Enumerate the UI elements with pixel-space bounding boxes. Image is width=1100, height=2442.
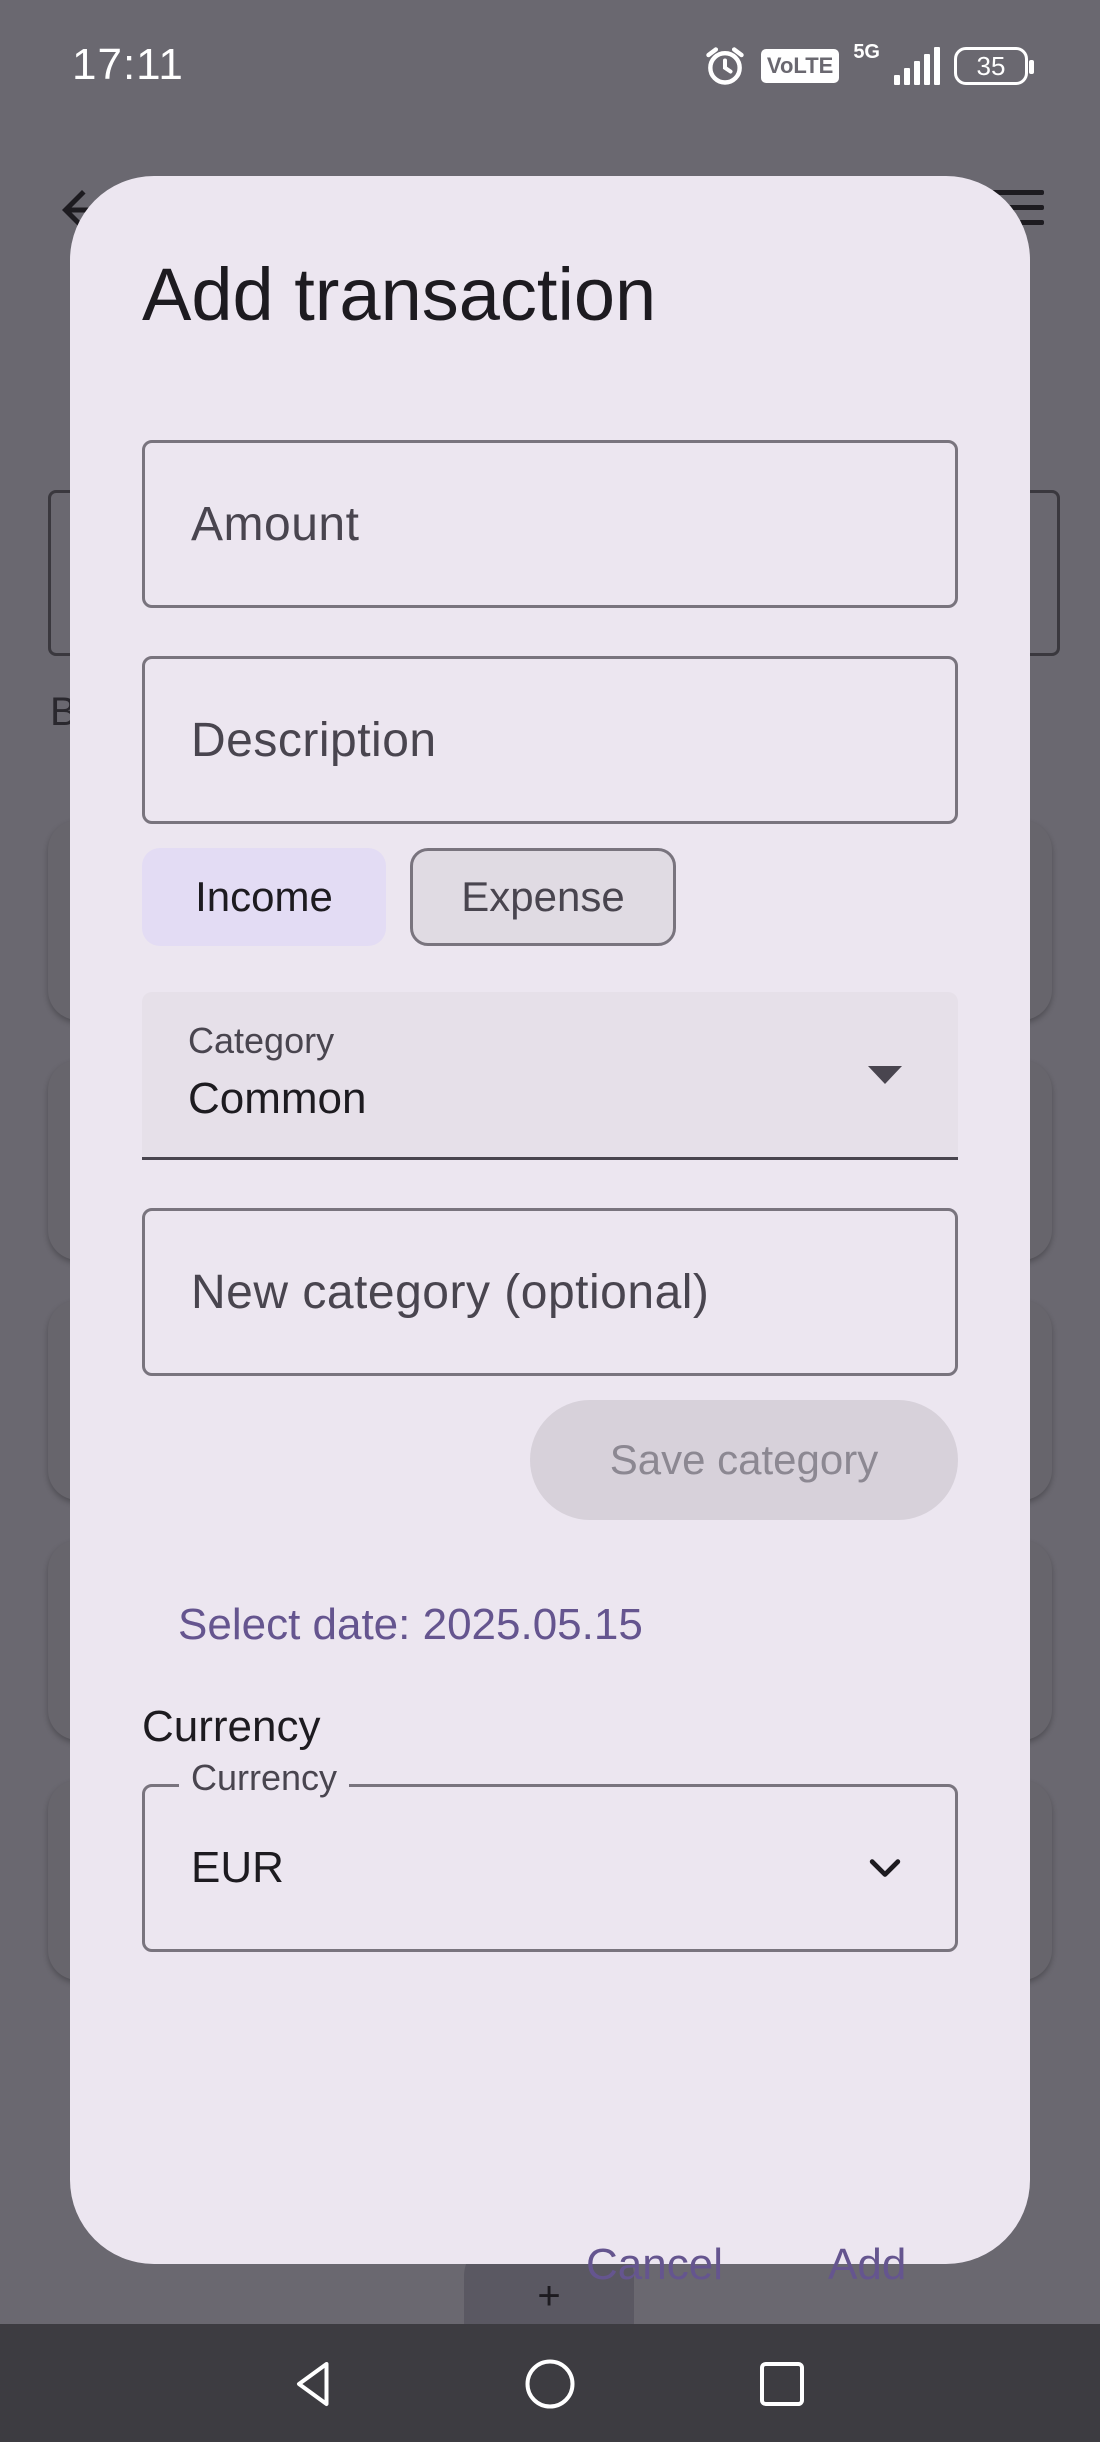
new-category-field[interactable]: New category (optional) <box>142 1208 958 1376</box>
recents-square-icon[interactable] <box>752 2354 812 2414</box>
back-triangle-icon[interactable] <box>284 2354 344 2414</box>
add-button[interactable]: Add <box>828 2240 906 2290</box>
currency-select[interactable]: Currency EUR <box>142 1757 958 1952</box>
new-category-placeholder: New category (optional) <box>191 1265 710 1319</box>
description-placeholder: Description <box>191 713 437 767</box>
system-nav-bar <box>0 2324 1100 2442</box>
signal-icon <box>894 47 940 85</box>
currency-heading: Currency <box>142 1702 321 1751</box>
dialog-title: Add transaction <box>142 253 657 336</box>
category-select[interactable]: Category Common <box>142 992 958 1160</box>
volte-icon: VoLTE <box>760 49 840 83</box>
home-circle-icon[interactable] <box>520 2354 580 2414</box>
category-label: Category <box>188 1020 335 1061</box>
dropdown-arrow-icon <box>868 1066 902 1084</box>
description-field[interactable]: Description <box>142 656 958 824</box>
save-category-label: Save category <box>609 1436 879 1483</box>
expense-chip[interactable]: Expense <box>410 848 676 946</box>
battery-level: 35 <box>976 50 1006 81</box>
chevron-down-icon <box>869 1859 901 1877</box>
alarm-icon <box>706 47 744 85</box>
expense-chip-label: Expense <box>461 873 625 920</box>
battery-icon: 35 <box>954 47 1034 85</box>
add-transaction-dialog: Add transaction Amount Description Incom… <box>70 176 1030 2289</box>
amount-field[interactable]: Amount <box>142 440 958 608</box>
income-chip[interactable]: Income <box>142 848 386 946</box>
select-date-button[interactable]: Select date: 2025.05.15 <box>178 1600 643 1650</box>
amount-placeholder: Amount <box>191 497 360 551</box>
network-type-label: 5G <box>853 41 880 63</box>
category-value: Common <box>188 1074 367 1123</box>
income-chip-label: Income <box>195 873 333 920</box>
cancel-button[interactable]: Cancel <box>586 2240 723 2290</box>
currency-value: EUR <box>191 1843 284 1892</box>
currency-label: Currency <box>179 1757 350 1799</box>
status-time: 17:11 <box>72 40 184 89</box>
save-category-button[interactable]: Save category <box>530 1400 958 1520</box>
status-icons: VoLTE 5G 35 <box>703 41 1034 88</box>
status-bar: 17:11 VoLTE 5G 35 <box>0 0 1100 140</box>
